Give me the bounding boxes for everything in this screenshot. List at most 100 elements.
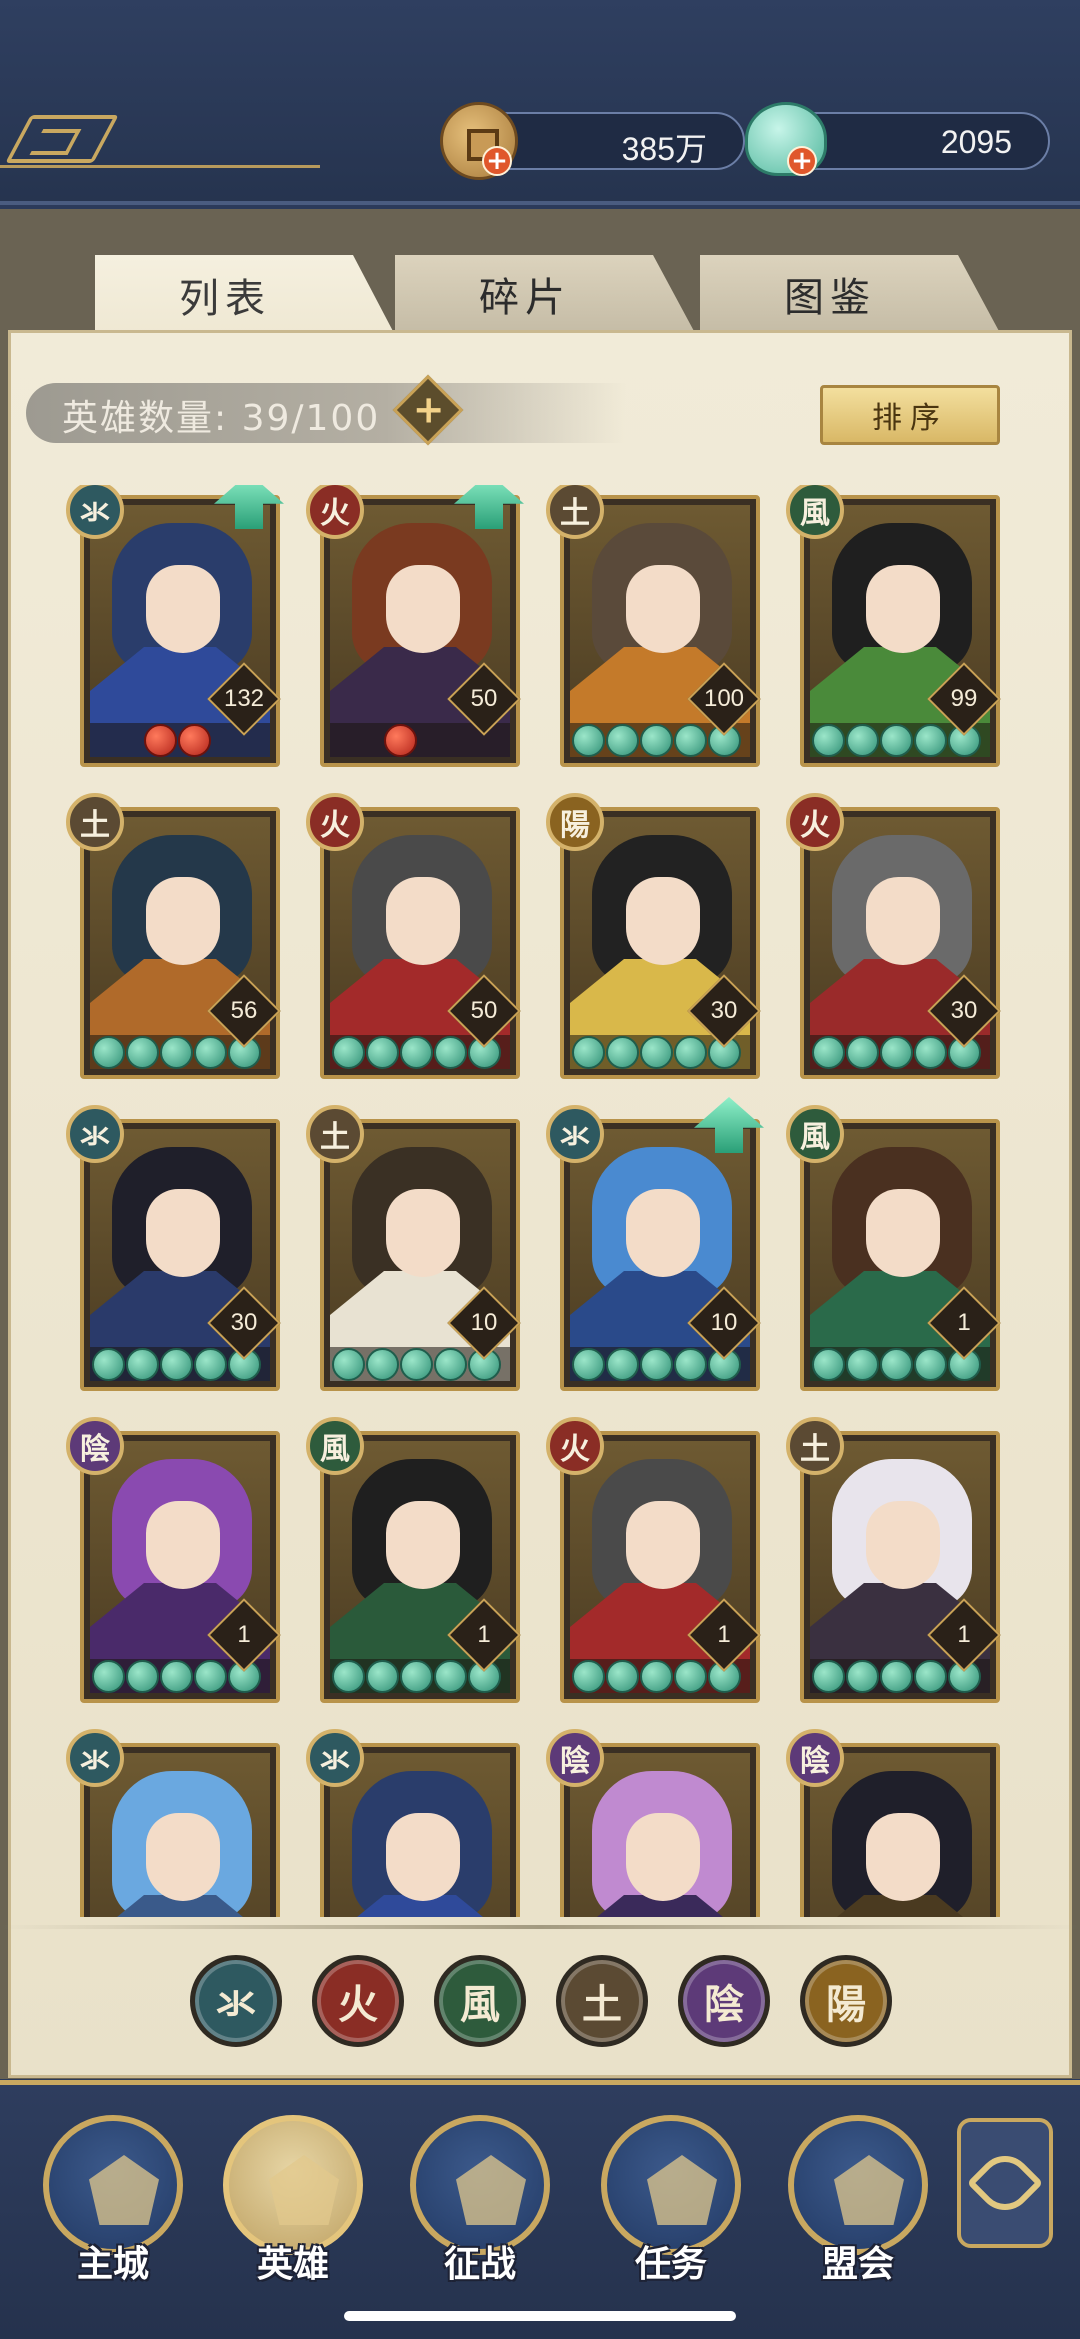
more-menu-button[interactable]	[957, 2118, 1053, 2248]
nav-glyph	[647, 2155, 717, 2225]
filter-earth-button[interactable]: 土	[556, 1955, 648, 2047]
star-icon	[674, 1348, 707, 1381]
nav-guild[interactable]: 盟会	[783, 2115, 933, 2295]
hero-card[interactable]: 30	[800, 807, 1001, 1079]
element-yin-icon: 陰	[66, 1417, 124, 1475]
star-icon	[160, 1660, 193, 1693]
star-icon	[332, 1660, 365, 1693]
top-bar: + 385万 + 2095	[0, 0, 1080, 205]
hero-face	[626, 877, 700, 965]
filter-yang-button[interactable]: 陽	[800, 1955, 892, 2047]
hero-level: 56	[230, 997, 258, 1024]
nav-campaign-label: 征战	[443, 2244, 516, 2285]
nav-main-city-label: 主城	[76, 2244, 149, 2285]
hero-card[interactable]: 99	[800, 495, 1001, 767]
hero-card[interactable]: 10	[320, 1119, 521, 1391]
star-icon	[434, 1660, 467, 1693]
sort-button[interactable]: 排序	[820, 385, 1000, 445]
star-icon	[606, 1036, 639, 1069]
hero-grid: 132 氺 50 火 100 土 99 風 56 土 50 火 30 陽 30 火 30 氺 10 土 10 氺 1 風 1 陰 1…	[60, 485, 1020, 1917]
hero-portrait	[330, 1753, 510, 1917]
tab-list[interactable]: 列表	[95, 255, 395, 335]
hero-card[interactable]: 30	[560, 807, 761, 1079]
nav-heroes-icon	[223, 2115, 363, 2255]
hero-face	[866, 1501, 940, 1589]
filter-water-button[interactable]: 氺	[190, 1955, 282, 2047]
jade-currency[interactable]: + 2095	[745, 102, 1050, 176]
hero-level: 30	[710, 997, 738, 1024]
hero-level: 1	[237, 1621, 251, 1648]
hero-level: 30	[230, 1309, 258, 1336]
star-icon	[160, 1036, 193, 1069]
hero-count-label: 英雄数量: 39/100	[62, 398, 381, 439]
star-icon	[914, 1660, 947, 1693]
add-coin-icon[interactable]: +	[482, 146, 512, 176]
hero-card[interactable]: 132	[80, 495, 281, 767]
nav-campaign[interactable]: 征战	[405, 2115, 555, 2295]
star-icon	[914, 1036, 947, 1069]
hero-level: 10	[470, 1309, 498, 1336]
hero-card[interactable]: 56	[80, 807, 281, 1079]
star-row	[384, 724, 417, 757]
filter-fire-button[interactable]: 火	[312, 1955, 404, 2047]
hero-level: 132	[223, 685, 265, 712]
tab-collection[interactable]: 图鉴	[700, 255, 1000, 333]
nav-guild-label: 盟会	[821, 2244, 894, 2285]
hero-card[interactable]: 50	[320, 495, 521, 767]
hero-card[interactable]: 30	[80, 1119, 281, 1391]
tab-fragments[interactable]: 碎片	[395, 255, 695, 333]
nav-glyph	[834, 2155, 904, 2225]
nav-heroes[interactable]: 英雄	[218, 2115, 368, 2295]
hero-card[interactable]: 50	[320, 807, 521, 1079]
plus-icon: +	[412, 387, 445, 432]
star-icon	[332, 1036, 365, 1069]
element-earth-icon: 土	[306, 1105, 364, 1163]
menu-pattern-icon[interactable]	[5, 115, 119, 163]
star-icon	[640, 724, 673, 757]
nav-glyph	[269, 2155, 339, 2225]
hero-card[interactable]: 1	[80, 1431, 281, 1703]
nav-quests[interactable]: 任务	[596, 2115, 746, 2295]
star-icon	[812, 1348, 845, 1381]
hero-level: 1	[957, 1621, 971, 1648]
element-water-icon: 氺	[66, 1729, 124, 1787]
hero-card[interactable]: 1	[320, 1431, 521, 1703]
star-icon	[880, 1660, 913, 1693]
hero-face	[146, 1501, 220, 1589]
nav-quests-label: 任务	[634, 2244, 707, 2285]
hero-level: 100	[703, 685, 745, 712]
hero-card[interactable]: 1	[560, 1431, 761, 1703]
hero-face	[146, 565, 220, 653]
hero-card[interactable]: 1	[800, 1431, 1001, 1703]
add-jade-icon[interactable]: +	[787, 146, 817, 176]
hero-card[interactable]: 10	[560, 1119, 761, 1391]
hero-card[interactable]: 100	[560, 495, 761, 767]
star-icon	[366, 1348, 399, 1381]
star-icon	[606, 1348, 639, 1381]
star-icon	[434, 1036, 467, 1069]
hero-portrait	[570, 1753, 750, 1917]
star-row	[92, 1660, 261, 1693]
hero-face	[386, 1189, 460, 1277]
nav-main-city[interactable]: 主城	[38, 2115, 188, 2295]
star-icon	[572, 724, 605, 757]
filter-yin-button[interactable]: 陰	[678, 1955, 770, 2047]
star-icon	[674, 1660, 707, 1693]
hero-level: 1	[717, 1621, 731, 1648]
star-icon	[914, 724, 947, 757]
star-icon	[880, 1036, 913, 1069]
star-icon	[126, 1348, 159, 1381]
tab-collection-label: 图鉴	[784, 275, 876, 321]
filter-wind-button[interactable]: 風	[434, 1955, 526, 2047]
star-icon	[400, 1660, 433, 1693]
star-icon	[144, 724, 177, 757]
hero-card[interactable]: 1	[800, 1119, 1001, 1391]
coin-currency[interactable]: + 385万	[440, 102, 745, 180]
element-water-icon: 氺	[546, 1105, 604, 1163]
star-icon	[572, 1036, 605, 1069]
element-wind-icon: 風	[786, 1105, 844, 1163]
star-icon	[640, 1348, 673, 1381]
nav-glyph	[456, 2155, 526, 2225]
nav-main-city-icon	[43, 2115, 183, 2255]
star-icon	[92, 1348, 125, 1381]
